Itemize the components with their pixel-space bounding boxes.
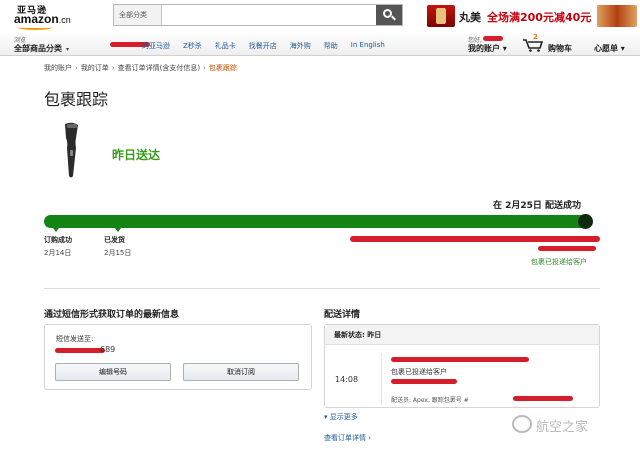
sms-sent-label: 短信发送至:: [56, 335, 94, 343]
edit-number-button[interactable]: 编辑号码: [55, 363, 171, 381]
tracking-end-dot: [578, 214, 593, 229]
watermark-text: 航空之家: [536, 420, 589, 435]
step-ordered: 订购成功 2月14日: [44, 236, 72, 257]
step-marker: [115, 228, 121, 232]
amazon-logo[interactable]: 亚马逊 amazon.cn: [14, 3, 74, 30]
redaction-mark: [55, 348, 105, 353]
delivered-date: 在 2月25日 配送成功: [493, 201, 582, 211]
page-title: 包裹跟踪: [44, 90, 109, 109]
breadcrumb-order-details[interactable]: 查看订单详情(含支付信息): [118, 64, 200, 72]
delivered-note: 包裹已投递给客户: [531, 258, 587, 266]
sms-phone-number: 689: [100, 345, 116, 354]
sms-panel: 短信发送至: 689 编辑号码 取消订阅: [44, 324, 312, 390]
step-shipped: 已发货 2月15日: [104, 236, 132, 257]
latest-status: 最新状态: 昨日: [325, 325, 599, 345]
delivery-details-title: 配送详情: [324, 310, 361, 320]
section-divider: [44, 288, 600, 289]
nav-link-my-amazon[interactable]: 的亚马逊: [142, 41, 170, 51]
breadcrumb-my-account[interactable]: 我的账户: [44, 64, 72, 72]
nav-link-english[interactable]: In English: [351, 41, 385, 51]
breadcrumb-current: 包裹跟踪: [208, 64, 237, 72]
cart-label[interactable]: 购物车: [548, 43, 572, 54]
smile-icon: [18, 25, 52, 30]
cart-count-badge: 2: [533, 33, 538, 41]
delivery-status: 昨日送达: [112, 148, 161, 162]
step-marker: [53, 228, 59, 232]
sms-section-title: 通过短信形式获取订单的最新信息: [44, 310, 180, 320]
show-more-link[interactable]: ▾ 显示更多: [324, 412, 358, 422]
redaction-mark: [513, 396, 573, 401]
redaction-mark: [483, 36, 503, 41]
chevron-down-icon: ▾: [66, 46, 70, 53]
promo-product-image: [427, 5, 455, 27]
redaction-mark: [391, 357, 529, 362]
tracking-progress-bar: [44, 215, 592, 228]
delivery-details-panel: 最新状态: 昨日 14:08 包裹已投递给客户 配送员: Apex, 跟踪包裹号…: [324, 324, 600, 408]
breadcrumb: 我的账户 › 我的订单 › 查看订单详情(含支付信息) › 包裹跟踪: [44, 64, 237, 72]
nav-link-help[interactable]: 帮助: [324, 41, 338, 51]
watermark: 航空之家: [512, 414, 632, 436]
product-image[interactable]: [56, 120, 88, 182]
search-input[interactable]: [162, 5, 376, 25]
redaction-mark: [538, 246, 596, 251]
nav-link-gift-card[interactable]: 礼品卡: [215, 41, 236, 51]
view-order-details-link[interactable]: 查看订单详情 ›: [324, 433, 371, 443]
promo-decoration-image: [597, 5, 637, 27]
top-header: 亚马逊 amazon.cn 全部分类 丸美 全场满200元减40元: [0, 0, 640, 32]
wechat-logo-icon: [512, 415, 532, 433]
nav-link-global[interactable]: 海外购: [290, 41, 311, 51]
redaction-mark: [350, 236, 600, 242]
account-menu[interactable]: 我的账户 ▾: [468, 43, 507, 54]
promo-brand: 丸美: [459, 11, 481, 24]
nav-bar: 浏览 全部商品分类 ▾ 的亚马逊 Z秒杀 礼品卡 找餐开店 海外购 帮助 In …: [0, 32, 640, 56]
logo-main-text: amazon.cn: [14, 12, 71, 26]
wishlist-menu[interactable]: 心愿单 ▾: [594, 43, 625, 54]
courier-info: 配送员: Apex, 跟踪包裹号 #: [391, 397, 469, 404]
nav-link-deals[interactable]: Z秒杀: [183, 41, 202, 51]
event-description: 包裹已投递给客户: [391, 368, 447, 376]
promo-banner[interactable]: 丸美 全场满200元减40元: [425, 3, 640, 29]
search-bar: 全部分类: [113, 4, 403, 26]
event-time: 14:08: [335, 375, 359, 384]
nav-links: 的亚马逊 Z秒杀 礼品卡 找餐开店 海外购 帮助 In English: [108, 41, 398, 51]
search-category-select[interactable]: 全部分类: [114, 5, 162, 25]
breadcrumb-my-orders[interactable]: 我的订单: [81, 64, 109, 72]
search-button[interactable]: [376, 5, 402, 25]
promo-text: 全场满200元减40元: [487, 11, 592, 24]
nav-link-sell[interactable]: 找餐开店: [249, 41, 277, 51]
unsubscribe-button[interactable]: 取消订阅: [183, 363, 299, 381]
redaction-mark: [391, 379, 457, 384]
all-categories-menu[interactable]: 全部商品分类: [14, 43, 62, 54]
